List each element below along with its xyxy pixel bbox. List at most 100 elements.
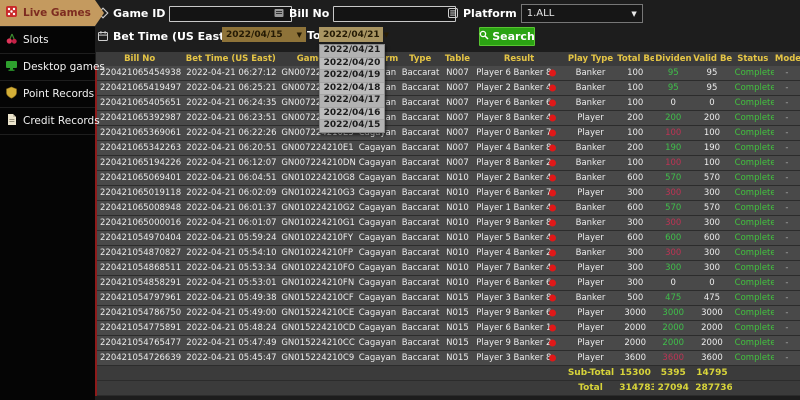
cell-valid-bets: 475 xyxy=(692,290,732,306)
cell-table-no: N010 xyxy=(441,170,474,186)
replay-dot-icon[interactable] xyxy=(548,129,556,137)
date-option[interactable]: 2022/04/21 xyxy=(320,45,384,58)
cell-bet-time: 2022-04-21 06:24:35 xyxy=(183,95,279,111)
replay-dot-icon[interactable] xyxy=(548,279,556,287)
column-header: Result xyxy=(473,52,565,66)
cell-valid-bets: 570 xyxy=(692,170,732,186)
cell-play-type: Player xyxy=(564,350,617,366)
cell-valid-bets: 300 xyxy=(692,185,732,201)
cell-platform: Cagayan xyxy=(355,215,399,231)
cell-play-type: Player xyxy=(564,275,617,291)
cell-dividend: 200 xyxy=(654,110,693,126)
result-text: Player 8 Banker 2 xyxy=(476,158,552,168)
date-to-select[interactable]: 2022/04/21 ▼ xyxy=(319,27,389,42)
cell-type: Baccarat xyxy=(398,320,442,336)
main-panel: Game ID Bill No Platform 1.ALL ▼ Bet Tim… xyxy=(94,0,800,400)
cell-result: Player 2 Banker 4 xyxy=(473,80,565,96)
cell-game-id: GN010224210FN xyxy=(278,275,356,291)
table-header-row: Bill NoBet Time (US East)Game IDPlatform… xyxy=(96,52,800,66)
cell-valid-bets: 300 xyxy=(692,215,732,231)
sidebar-item-live-games[interactable]: Live Games xyxy=(0,0,104,27)
replay-dot-icon[interactable] xyxy=(548,69,556,77)
replay-dot-icon[interactable] xyxy=(548,354,556,362)
cell-bet-time: 2022-04-21 05:49:38 xyxy=(183,290,279,306)
replay-dot-icon[interactable] xyxy=(548,84,556,92)
cell-status: Complete xyxy=(731,335,774,351)
cell-type: Baccarat xyxy=(398,95,442,111)
sidebar-item-point-records[interactable]: Point Records xyxy=(0,81,95,108)
replay-dot-icon[interactable] xyxy=(548,174,556,182)
replay-dot-icon[interactable] xyxy=(548,204,556,212)
result-text: Player 4 Banker 8 xyxy=(476,143,552,153)
replay-dot-icon[interactable] xyxy=(548,234,556,242)
summary-value: 14795 xyxy=(692,365,732,381)
replay-dot-icon[interactable] xyxy=(548,144,556,152)
dice-icon xyxy=(5,5,18,21)
chevron-down-icon: ▼ xyxy=(631,9,637,18)
cell-result: Player 3 Banker 8 xyxy=(473,350,565,366)
date-from-select[interactable]: 2022/04/15 ▼ xyxy=(222,27,306,42)
replay-dot-icon[interactable] xyxy=(548,339,556,347)
cell-total-bets: 600 xyxy=(616,170,655,186)
bill-no-input[interactable] xyxy=(333,5,457,22)
replay-dot-icon[interactable] xyxy=(548,294,556,302)
replay-dot-icon[interactable] xyxy=(548,219,556,227)
cell-valid-bets: 600 xyxy=(692,230,732,246)
cell-bet-time: 2022-04-21 05:45:47 xyxy=(183,350,279,366)
table-row: 220421054970404 2022-04-21 05:59:24 GN0102… xyxy=(94,230,800,246)
cell-platform: Cagayan xyxy=(355,335,399,351)
cell-result: Player 6 Banker 7 xyxy=(473,185,565,201)
cell-play-type: Player xyxy=(564,305,617,321)
date-option[interactable]: 2022/04/20 xyxy=(320,58,384,70)
replay-dot-icon[interactable] xyxy=(548,264,556,272)
date-option[interactable]: 2022/04/18 xyxy=(320,83,384,95)
sidebar-item-credit-records[interactable]: Credit Records xyxy=(0,108,100,135)
summary-value: 15300 xyxy=(616,365,655,381)
replay-dot-icon[interactable] xyxy=(548,114,556,122)
search-button[interactable]: Search xyxy=(479,27,535,46)
cell-bill-no: 220421065454938 xyxy=(94,66,184,81)
cell-mode: - xyxy=(773,275,800,291)
cell-bill-no: 220421065419497 xyxy=(94,80,184,96)
column-header: Mode xyxy=(773,52,800,66)
replay-dot-icon[interactable] xyxy=(548,324,556,332)
cell-status: Complete xyxy=(731,275,774,291)
column-header: Type xyxy=(398,52,442,66)
date-to-value: 2022/04/21 xyxy=(323,29,380,40)
date-option[interactable]: 2022/04/15 xyxy=(320,120,384,132)
replay-dot-icon[interactable] xyxy=(548,309,556,317)
table-row: 220421065419497 2022-04-21 06:25:21 GN0072… xyxy=(94,80,800,96)
cell-total-bets: 500 xyxy=(616,290,655,306)
cell-dividend: 190 xyxy=(654,140,693,156)
summary-value: 287736 xyxy=(692,380,732,396)
summary-value: 5395 xyxy=(654,365,693,381)
cell-bet-time: 2022-04-21 06:20:51 xyxy=(183,140,279,156)
cell-status: Complete xyxy=(731,110,774,126)
cell-bet-time: 2022-04-21 06:01:07 xyxy=(183,215,279,231)
date-option[interactable]: 2022/04/17 xyxy=(320,95,384,108)
cell-bill-no: 220421054970404 xyxy=(94,230,184,246)
date-option[interactable]: 2022/04/16 xyxy=(320,108,384,120)
cell-result: Player 6 Banker 6 xyxy=(473,275,565,291)
summary-label: Total xyxy=(564,380,617,396)
replay-dot-icon[interactable] xyxy=(548,249,556,257)
replay-dot-icon[interactable] xyxy=(548,189,556,197)
cell-play-type: Player xyxy=(564,125,617,141)
cell-dividend: 570 xyxy=(654,170,693,186)
cell-mode: - xyxy=(773,350,800,366)
platform-select[interactable]: 1.ALL ▼ xyxy=(520,4,643,23)
date-option[interactable]: 2022/04/19 xyxy=(320,70,384,83)
date-dropdown-list: 2022/04/21 2022/04/20 2022/04/19 2022/04/18… xyxy=(319,44,385,133)
sidebar-item-slots[interactable]: Slots xyxy=(0,27,95,54)
cell-status: Complete xyxy=(731,320,774,336)
cell-total-bets: 300 xyxy=(616,260,655,276)
replay-dot-icon[interactable] xyxy=(548,99,556,107)
cell-bet-time: 2022-04-21 05:48:24 xyxy=(183,320,279,336)
table-row: 220421054765477 2022-04-21 05:47:49 GN0152… xyxy=(94,335,800,351)
cell-dividend: 100 xyxy=(654,125,693,141)
cell-table-no: N010 xyxy=(441,215,474,231)
cell-bet-time: 2022-04-21 06:23:51 xyxy=(183,110,279,126)
cell-valid-bets: 3000 xyxy=(692,305,732,321)
replay-dot-icon[interactable] xyxy=(548,159,556,167)
sidebar-item-desktop-games[interactable]: Desktop games xyxy=(0,54,105,81)
